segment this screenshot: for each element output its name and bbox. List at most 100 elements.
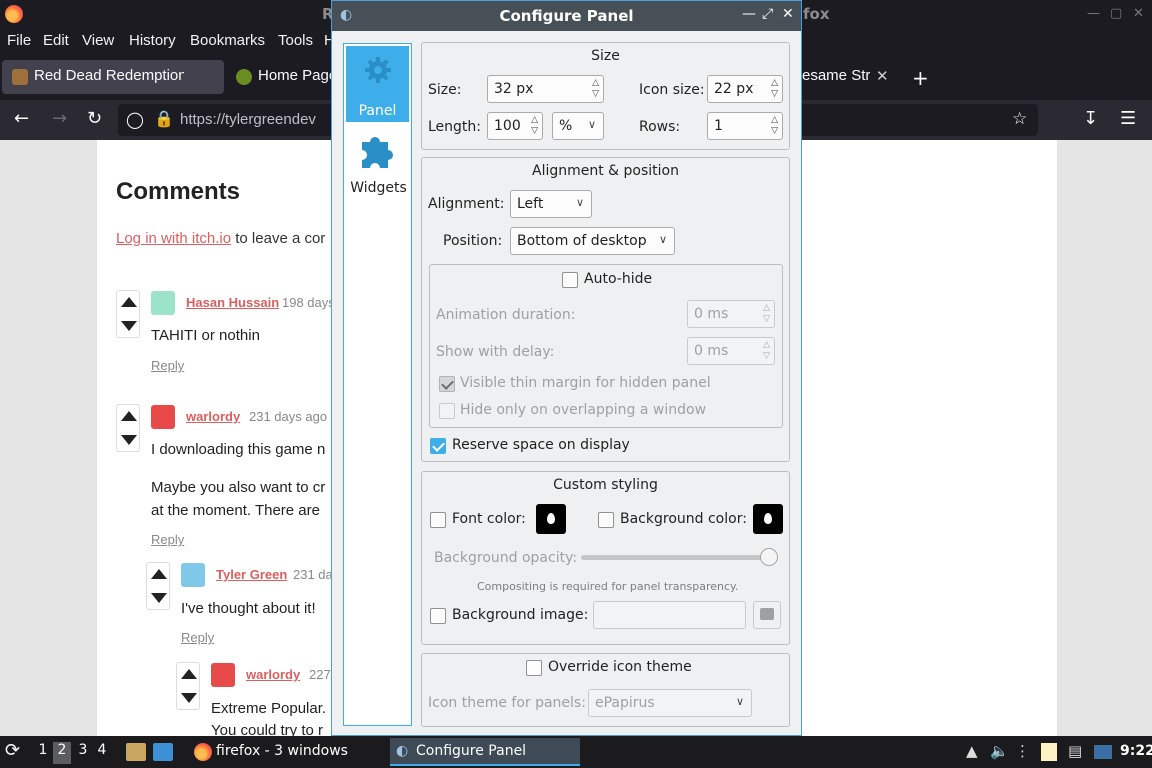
spin-arrows-icon[interactable]: △ ▽	[771, 115, 778, 137]
icon-theme-value: ePapirus	[595, 695, 655, 711]
menu-view[interactable]: View	[82, 32, 114, 49]
upvote-icon[interactable]	[121, 297, 137, 307]
dialog-minimize-icon[interactable]: —	[742, 6, 756, 22]
tray-up-icon[interactable]: ▲	[966, 742, 978, 760]
downvote-icon[interactable]	[181, 693, 197, 703]
upvote-icon[interactable]	[151, 569, 167, 579]
file-manager-icon[interactable]	[126, 743, 146, 761]
position-select[interactable]: Bottom of desktop ∨	[510, 227, 675, 255]
tab-home-page[interactable]: Home Page	[226, 60, 337, 94]
tab-red-dead[interactable]: Red Dead Redemption C	[2, 60, 224, 94]
animation-duration-value: 0 ms	[694, 306, 729, 322]
bg-image-browse-button[interactable]	[753, 601, 781, 629]
spin-arrows-icon[interactable]: △ ▽	[592, 78, 599, 100]
animation-duration-spinbox[interactable]: 0 ms △ ▽	[687, 300, 775, 328]
opacity-slider-track[interactable]	[581, 555, 776, 560]
menu-file[interactable]: File	[7, 32, 31, 49]
thin-margin-checkbox[interactable]	[439, 376, 455, 392]
bookmark-star-icon[interactable]: ☆	[1012, 109, 1027, 129]
login-link[interactable]: Log in with itch.io	[116, 230, 231, 247]
downvote-icon[interactable]	[121, 435, 137, 445]
icon-size-spinbox[interactable]: 22 px △ ▽	[707, 75, 783, 103]
reserve-space-checkbox[interactable]	[430, 438, 446, 454]
close-icon[interactable]: ✕	[1133, 6, 1144, 21]
comment-author[interactable]: Hasan Hussain	[186, 295, 279, 310]
workspace-2[interactable]: 2	[53, 742, 71, 764]
autohide-checkbox[interactable]	[562, 272, 578, 288]
avatar[interactable]	[211, 663, 235, 687]
shield-icon[interactable]: ◯	[126, 110, 144, 129]
avatar[interactable]	[151, 405, 175, 429]
vote-box	[116, 404, 140, 452]
reply-link[interactable]: Reply	[151, 358, 184, 373]
maximize-icon[interactable]: ▢	[1110, 6, 1122, 21]
size-value: 32 px	[494, 81, 534, 97]
workspace-1[interactable]: 1	[34, 742, 52, 764]
lock-icon[interactable]: 🔒	[154, 109, 174, 128]
workspace-4[interactable]: 4	[93, 742, 111, 764]
overlap-checkbox[interactable]	[439, 403, 455, 419]
avatar[interactable]	[151, 291, 175, 315]
menu-tools[interactable]: Tools	[278, 32, 313, 49]
clock[interactable]: 9:22	[1120, 743, 1152, 759]
comment-author[interactable]: warlordy	[186, 409, 240, 424]
minimize-icon[interactable]: —	[1087, 6, 1100, 21]
spin-arrows-icon[interactable]: △ ▽	[771, 78, 778, 100]
spin-arrows-icon[interactable]: △ ▽	[763, 303, 770, 325]
downvote-icon[interactable]	[151, 593, 167, 603]
reload-icon[interactable]: ↻	[87, 108, 102, 129]
menu-edit[interactable]: Edit	[43, 32, 69, 49]
dialog-close-icon[interactable]: ✕	[782, 6, 794, 22]
task-configure-panel[interactable]: ◐ Configure Panel	[390, 738, 580, 766]
vote-box	[176, 662, 200, 710]
upvote-icon[interactable]	[181, 669, 197, 679]
url-text[interactable]: https://tylergreendev	[180, 111, 316, 128]
comment-author[interactable]: Tyler Green	[216, 567, 287, 582]
alignment-select[interactable]: Left ∨	[510, 190, 592, 218]
spin-arrows-icon[interactable]: △ ▽	[531, 115, 538, 137]
length-unit-value: %	[559, 118, 573, 134]
downvote-icon[interactable]	[121, 321, 137, 331]
volume-icon[interactable]: 🔈	[990, 742, 1009, 760]
show-delay-spinbox[interactable]: 0 ms △ ▽	[687, 337, 775, 365]
opacity-slider-knob[interactable]	[760, 548, 778, 566]
upvote-icon[interactable]	[121, 411, 137, 421]
notifications-icon[interactable]	[1094, 745, 1112, 759]
menu-bookmarks[interactable]: Bookmarks	[190, 32, 265, 49]
rows-spinbox[interactable]: 1 △ ▽	[707, 112, 783, 140]
new-tab-icon[interactable]: +	[912, 66, 929, 90]
task-firefox[interactable]: firefox - 3 windows	[190, 738, 380, 766]
spin-arrows-icon[interactable]: △ ▽	[763, 340, 770, 362]
bg-image-field[interactable]	[593, 601, 746, 629]
bg-color-button[interactable]	[753, 504, 783, 534]
length-unit-select[interactable]: % ∨	[552, 112, 604, 140]
menu-history[interactable]: History	[129, 32, 176, 49]
downloads-icon[interactable]: ↧	[1083, 108, 1098, 129]
tab-sesame-street[interactable]: esame Str ✕	[790, 60, 900, 94]
font-color-button[interactable]	[536, 504, 566, 534]
reply-link[interactable]: Reply	[181, 630, 214, 645]
tray-menu-icon[interactable]: ⋮	[1015, 742, 1030, 760]
reply-link[interactable]: Reply	[151, 532, 184, 547]
bg-image-checkbox[interactable]	[430, 608, 446, 624]
size-spinbox[interactable]: 32 px △ ▽	[487, 75, 604, 103]
forward-icon[interactable]: →	[52, 108, 67, 129]
network-icon[interactable]: ▤	[1068, 742, 1082, 760]
tab-close-icon[interactable]: ✕	[876, 67, 889, 85]
app-menu-icon[interactable]: ⟳	[5, 740, 20, 761]
dialog-maximize-icon[interactable]: ⤢	[762, 6, 773, 22]
back-icon[interactable]: ←	[14, 108, 29, 129]
override-icon-checkbox[interactable]	[526, 660, 542, 676]
autohide-label: Auto-hide	[584, 271, 653, 287]
icon-theme-select[interactable]: ePapirus ∨	[588, 689, 752, 717]
font-color-checkbox[interactable]	[430, 512, 446, 528]
hamburger-menu-icon[interactable]: ☰	[1120, 108, 1136, 129]
clipboard-icon[interactable]	[1041, 743, 1057, 761]
avatar[interactable]	[181, 563, 205, 587]
workspace-3[interactable]: 3	[74, 742, 92, 764]
length-spinbox[interactable]: 100 △ ▽	[487, 112, 543, 140]
comment-author[interactable]: warlordy	[246, 667, 300, 682]
show-desktop-icon[interactable]	[153, 743, 173, 761]
bg-color-checkbox[interactable]	[598, 512, 614, 528]
sidebar-item-widgets[interactable]: Widgets	[344, 44, 411, 204]
